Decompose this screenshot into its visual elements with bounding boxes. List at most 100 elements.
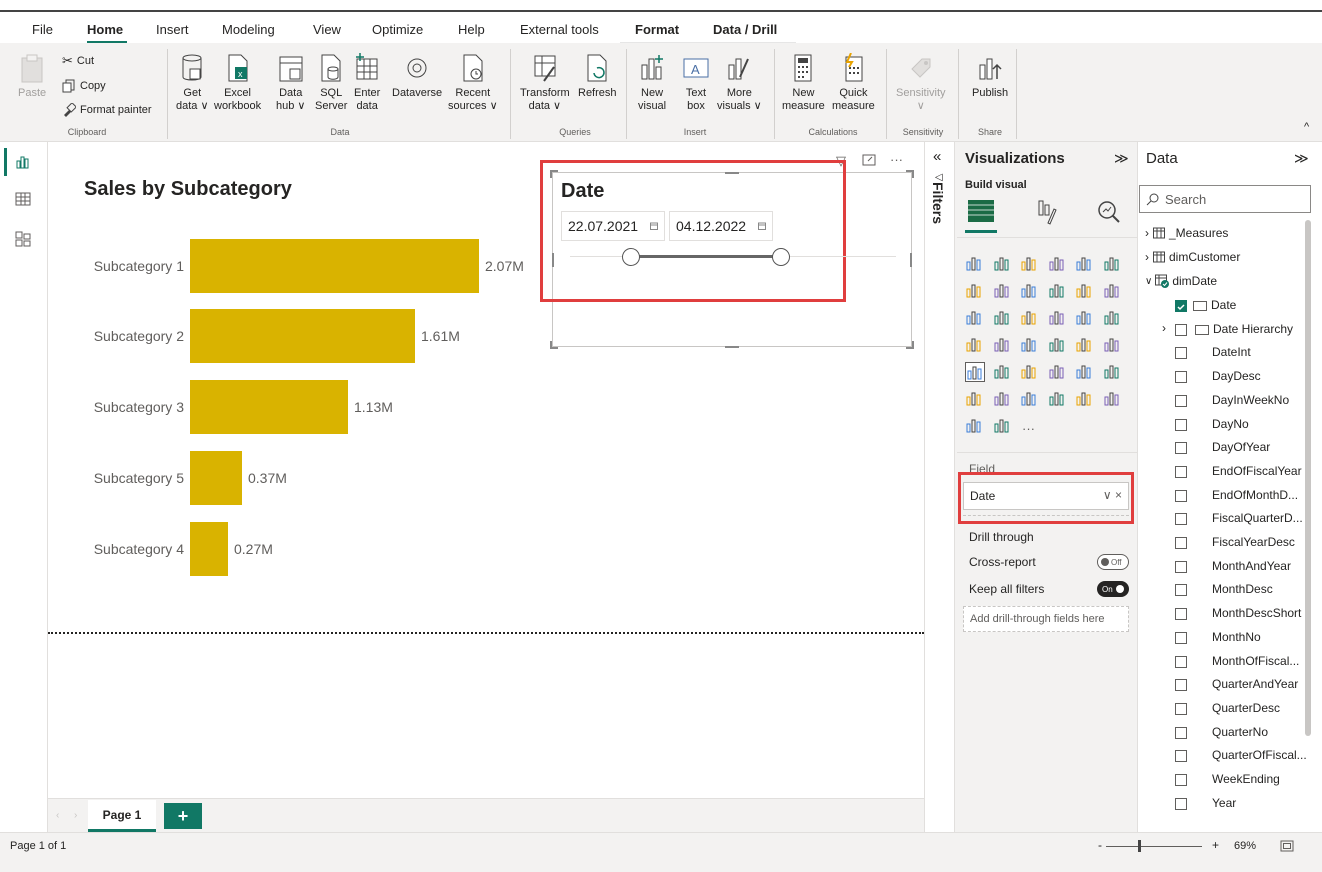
- field-item[interactable]: DayOfYear: [1212, 440, 1270, 454]
- visual-type-icon[interactable]: [1048, 335, 1068, 355]
- next-page-icon[interactable]: ›: [74, 810, 77, 821]
- visual-type-icon[interactable]: [1048, 389, 1068, 409]
- resize-handle[interactable]: [906, 170, 914, 178]
- visual-type-icon[interactable]: [1048, 254, 1068, 274]
- end-date-input[interactable]: 04.12.2022: [669, 211, 773, 241]
- field-item[interactable]: MonthAndYear: [1212, 559, 1291, 573]
- visual-type-icon[interactable]: [1075, 308, 1095, 328]
- visual-type-icon[interactable]: [993, 389, 1013, 409]
- text-box-button[interactable]: A Text box: [682, 53, 710, 113]
- field-checkbox[interactable]: [1175, 537, 1187, 549]
- field-checkbox[interactable]: [1175, 750, 1187, 763]
- field-checkbox[interactable]: [1175, 631, 1187, 644]
- field-item[interactable]: MonthNo: [1212, 630, 1261, 644]
- bar[interactable]: [190, 309, 415, 363]
- table-dimcustomer[interactable]: › dimCustomer: [1145, 250, 1240, 264]
- publish-button[interactable]: Publish: [972, 53, 1008, 100]
- zoom-slider-thumb[interactable]: [1138, 840, 1141, 852]
- field-item[interactable]: FiscalYearDesc: [1212, 535, 1295, 549]
- field-checkbox[interactable]: [1175, 655, 1187, 668]
- field-checkbox[interactable]: [1175, 797, 1187, 810]
- menu-external-tools[interactable]: External tools: [520, 22, 599, 37]
- visual-type-icon[interactable]: [1048, 362, 1068, 382]
- visual-type-icon[interactable]: [965, 416, 985, 436]
- report-view-icon[interactable]: [12, 150, 34, 172]
- resize-handle[interactable]: [550, 341, 558, 349]
- field-checkbox[interactable]: [1175, 702, 1187, 715]
- field-checkbox[interactable]: [1175, 371, 1187, 384]
- drill-through-drop-zone[interactable]: Add drill-through fields here: [963, 606, 1129, 632]
- more-visuals-icon[interactable]: ···: [1022, 421, 1035, 436]
- menu-data-drill[interactable]: Data / Drill: [713, 22, 777, 37]
- focus-mode-icon[interactable]: [862, 154, 876, 169]
- visual-type-icon[interactable]: [1020, 254, 1040, 274]
- cross-report-toggle[interactable]: Off: [1097, 554, 1129, 570]
- fit-to-page-icon[interactable]: [1280, 840, 1294, 855]
- start-date-input[interactable]: 22.07.2021: [561, 211, 665, 241]
- refresh-button[interactable]: Refresh: [578, 53, 617, 100]
- new-measure-button[interactable]: New measure: [782, 53, 825, 113]
- zoom-in-button[interactable]: +: [1212, 838, 1219, 852]
- recent-sources-button[interactable]: Recent sources ∨: [448, 53, 498, 113]
- field-checkbox[interactable]: [1175, 584, 1187, 597]
- data-hub-button[interactable]: Data hub ∨: [276, 53, 305, 113]
- dataverse-button[interactable]: Dataverse: [392, 53, 442, 100]
- more-visuals-button[interactable]: More visuals ∨: [717, 53, 762, 113]
- field-item[interactable]: WeekEnding: [1212, 772, 1280, 786]
- visual-type-icon[interactable]: [965, 389, 985, 409]
- field-item[interactable]: DayNo: [1212, 417, 1249, 431]
- visual-type-icon[interactable]: [1075, 335, 1095, 355]
- field-checkbox[interactable]: [1175, 418, 1187, 431]
- copy-button[interactable]: Copy: [62, 79, 106, 93]
- visual-type-icon[interactable]: [1075, 281, 1095, 301]
- visual-type-icon[interactable]: [965, 335, 985, 355]
- visual-type-icon[interactable]: [993, 281, 1013, 301]
- field-item[interactable]: DateInt: [1212, 345, 1251, 359]
- visual-type-icon[interactable]: [1020, 335, 1040, 355]
- sensitivity-button[interactable]: Sensitivity ∨: [896, 53, 946, 113]
- bar[interactable]: [190, 451, 242, 505]
- filters-label[interactable]: Filters: [930, 182, 946, 224]
- visual-type-icon[interactable]: [965, 254, 985, 274]
- menu-file[interactable]: File: [32, 22, 53, 37]
- menu-insert[interactable]: Insert: [156, 22, 189, 37]
- more-options-icon[interactable]: ···: [890, 152, 903, 167]
- visual-type-icon[interactable]: [993, 362, 1013, 382]
- field-checkbox[interactable]: [1175, 560, 1187, 573]
- bar[interactable]: [190, 380, 348, 434]
- paste-button[interactable]: Paste: [18, 53, 46, 100]
- visual-type-icon[interactable]: [1103, 281, 1123, 301]
- bar[interactable]: [190, 239, 479, 293]
- cut-button[interactable]: ✂ Cut: [62, 53, 94, 69]
- field-item[interactable]: DayInWeekNo: [1212, 393, 1289, 407]
- menu-view[interactable]: View: [313, 22, 341, 37]
- field-checkbox[interactable]: [1175, 608, 1187, 621]
- field-checkbox[interactable]: [1175, 726, 1187, 739]
- visual-type-icon[interactable]: [1103, 362, 1123, 382]
- table-dimdate[interactable]: ∨ dimDate: [1145, 274, 1217, 288]
- menu-help[interactable]: Help: [458, 22, 485, 37]
- collapse-filters-icon[interactable]: «: [933, 148, 941, 165]
- visual-type-icon[interactable]: [1048, 308, 1068, 328]
- menu-home[interactable]: Home: [87, 22, 123, 37]
- field-item[interactable]: MonthDesc: [1212, 582, 1273, 596]
- model-view-icon[interactable]: [12, 228, 34, 250]
- visual-type-icon[interactable]: [1103, 254, 1123, 274]
- visual-type-icon[interactable]: [965, 308, 985, 328]
- visual-type-icon[interactable]: [1020, 389, 1040, 409]
- field-checkbox[interactable]: [1175, 513, 1187, 526]
- field-checkbox[interactable]: [1175, 489, 1187, 502]
- visual-type-icon[interactable]: [1103, 389, 1123, 409]
- menu-modeling[interactable]: Modeling: [222, 22, 275, 37]
- resize-handle[interactable]: [725, 346, 739, 348]
- visual-type-icon[interactable]: [965, 362, 985, 382]
- zoom-out-button[interactable]: -: [1098, 838, 1102, 852]
- visual-type-icon[interactable]: [1020, 308, 1040, 328]
- page-tab-1[interactable]: Page 1: [88, 800, 156, 832]
- field-checkbox[interactable]: [1175, 323, 1187, 336]
- field-item[interactable]: EndOfMonthD...: [1212, 488, 1298, 502]
- zoom-slider-track[interactable]: [1106, 846, 1202, 847]
- format-visual-tab[interactable]: [1034, 199, 1058, 228]
- visual-type-icon[interactable]: [1020, 362, 1040, 382]
- field-item[interactable]: QuarterDesc: [1212, 701, 1280, 715]
